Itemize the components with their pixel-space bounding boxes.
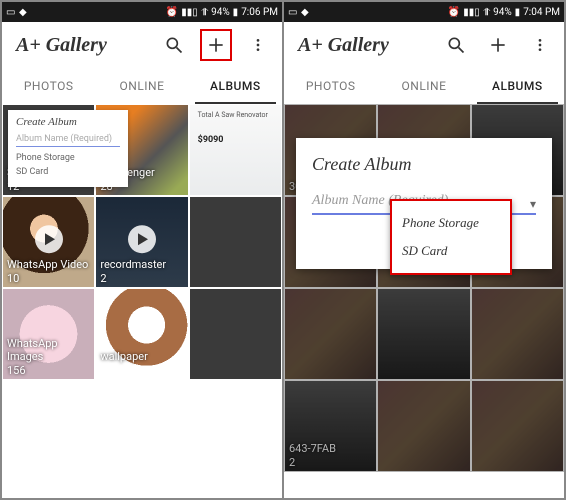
app-bar: A+ Gallery <box>2 22 282 68</box>
app-title: A+ Gallery <box>298 34 440 57</box>
more-vert-icon <box>532 35 548 55</box>
battery-icon: ▮ <box>515 7 521 18</box>
battery-pct: 94% <box>493 7 512 18</box>
tab-albums[interactable]: ALBUMS <box>471 68 564 104</box>
more-vert-icon <box>250 35 266 55</box>
chevron-down-icon[interactable]: ▾ <box>530 197 536 211</box>
app-bar: A+ Gallery <box>284 22 564 68</box>
album-cell-shop[interactable]: Total A Saw Renovator $9090 <box>189 104 282 196</box>
tab-online[interactable]: ONLINE <box>95 68 188 104</box>
wifi-icon: ⥣ <box>483 7 490 18</box>
tab-photos[interactable]: PHOTOS <box>2 68 95 104</box>
overflow-button[interactable] <box>524 29 556 61</box>
tab-photos[interactable]: PHOTOS <box>284 68 377 104</box>
app-title: A+ Gallery <box>16 34 158 57</box>
wifi-icon: ⥣ <box>201 7 208 18</box>
plus-icon <box>488 35 508 55</box>
status-bar: ▭ ◆ ⏰ ▮▮▯ ⥣ 94% ▮ 7:06 PM <box>2 2 282 22</box>
album-cell[interactable] <box>377 288 470 380</box>
storage-option-phone[interactable]: Phone Storage <box>402 209 500 237</box>
shop-prod: Total A Saw Renovator <box>198 111 268 119</box>
album-count: 2 <box>289 456 295 469</box>
tabs: PHOTOS ONLINE ALBUMS <box>284 68 564 104</box>
album-cell[interactable] <box>284 288 377 380</box>
album-cell-wallpaper[interactable]: wallpaper <box>95 288 188 380</box>
overflow-button[interactable] <box>242 29 274 61</box>
tab-icon: ▭ <box>288 7 298 17</box>
album-count: 10 <box>7 272 19 285</box>
tab-albums[interactable]: ALBUMS <box>189 68 282 104</box>
search-button[interactable] <box>158 29 190 61</box>
dropbox-icon: ◆ <box>301 7 311 17</box>
album-name: wallpaper <box>100 350 148 363</box>
add-button[interactable] <box>200 29 232 61</box>
signal-icon: ▮▮▯ <box>181 7 198 18</box>
play-icon <box>128 225 156 253</box>
album-cell-whatsapp-images[interactable]: WhatsApp Images 156 <box>2 288 95 380</box>
alarm-off-icon: ⏰ <box>448 7 460 18</box>
phone-left: ▭ ◆ ⏰ ▮▮▯ ⥣ 94% ▮ 7:06 PM A+ Gallery PHO… <box>2 2 282 498</box>
album-name: recordmaster <box>100 258 166 271</box>
signal-icon: ▮▮▯ <box>463 7 480 18</box>
create-album-dialog: Create Album Album Name (Required) ▾ Pho… <box>296 138 552 269</box>
storage-option-phone[interactable]: Phone Storage <box>16 151 120 165</box>
album-name: WhatsApp Images <box>7 337 94 363</box>
alarm-off-icon: ⏰ <box>166 7 178 18</box>
phone-right: ▭ ◆ ⏰ ▮▮▯ ⥣ 94% ▮ 7:04 PM A+ Gallery PHO… <box>284 2 564 498</box>
status-bar: ▭ ◆ ⏰ ▮▮▯ ⥣ 94% ▮ 7:04 PM <box>284 2 564 22</box>
battery-pct: 94% <box>211 7 230 18</box>
clock: 7:04 PM <box>523 7 560 18</box>
play-icon <box>35 225 63 253</box>
search-icon <box>164 35 184 55</box>
add-button[interactable] <box>482 29 514 61</box>
tabs: PHOTOS ONLINE ALBUMS <box>2 68 282 104</box>
clock: 7:06 PM <box>241 7 278 18</box>
album-cell-recordmaster[interactable]: recordmaster 2 <box>95 196 188 288</box>
album-cell-643[interactable]: 643-7FAB 2 <box>284 380 377 472</box>
storage-option-sd[interactable]: SD Card <box>16 165 120 179</box>
dialog-title: Create Album <box>312 154 536 175</box>
tab-icon: ▭ <box>6 7 16 17</box>
album-name: WhatsApp Video <box>7 258 88 271</box>
album-cell[interactable] <box>377 380 470 472</box>
album-cell-empty[interactable] <box>189 196 282 288</box>
album-cell[interactable] <box>471 288 564 380</box>
dropbox-icon: ◆ <box>19 7 29 17</box>
create-album-dialog-small: Create Album Album Name (Required) Phone… <box>8 110 128 187</box>
album-cell-whatsapp-video[interactable]: WhatsApp Video 10 <box>2 196 95 288</box>
album-name-input[interactable]: Album Name (Required) <box>16 132 120 147</box>
album-name: 643-7FAB <box>289 442 336 455</box>
search-icon <box>446 35 466 55</box>
album-count: 156 <box>7 364 26 377</box>
album-cell-empty2[interactable] <box>189 288 282 380</box>
storage-option-sd[interactable]: SD Card <box>402 237 500 265</box>
album-count: 2 <box>100 272 106 285</box>
shop-price: $9090 <box>198 135 224 145</box>
storage-dropdown: Phone Storage SD Card <box>390 199 512 275</box>
search-button[interactable] <box>440 29 472 61</box>
dialog-title: Create Album <box>16 116 120 128</box>
plus-icon <box>206 35 226 55</box>
album-cell[interactable] <box>471 380 564 472</box>
battery-icon: ▮ <box>233 7 239 18</box>
tab-online[interactable]: ONLINE <box>377 68 470 104</box>
